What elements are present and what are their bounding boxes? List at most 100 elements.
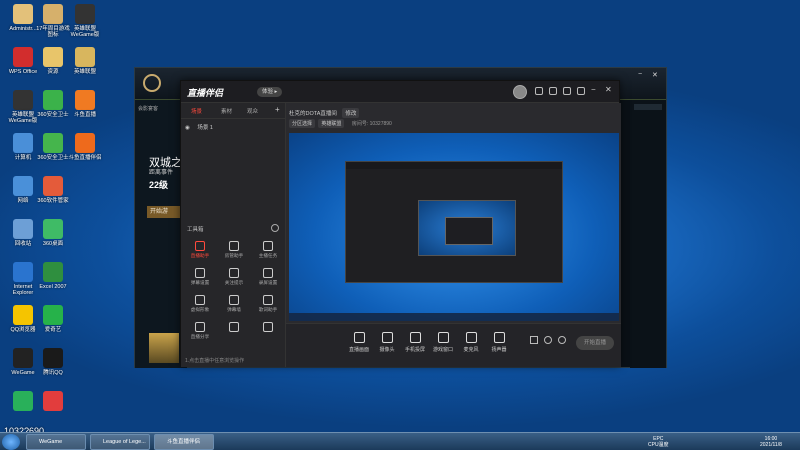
desktop-icon[interactable] xyxy=(6,391,40,413)
toolbox-item[interactable]: 直播助手 xyxy=(187,241,213,259)
taskbar: WeGame League of Lege... 斗鱼直播伴侣 EPC CPU温… xyxy=(0,432,800,450)
desktop-icon[interactable]: Excel 2007 xyxy=(36,262,70,290)
desktop-icon[interactable]: 360软件管家 xyxy=(36,176,70,204)
app-icon xyxy=(13,262,33,282)
nested-header xyxy=(346,162,562,169)
control-button[interactable]: 扬声器 xyxy=(484,332,514,353)
desktop-icon[interactable]: 英雄联盟 WeGame版 xyxy=(68,4,102,38)
tool-icon xyxy=(195,241,205,251)
toolbox-item[interactable]: 关注提示 xyxy=(221,268,247,286)
start-button[interactable] xyxy=(2,434,20,450)
app-icon xyxy=(75,4,95,24)
desktop-icon[interactable]: 腾讯QQ xyxy=(36,348,70,376)
desktop-icon[interactable]: WeGame xyxy=(6,348,40,376)
desktop-icon[interactable]: 360安全卫士 xyxy=(36,90,70,118)
game-chip[interactable]: 英雄联盟 xyxy=(318,119,345,128)
gear-icon[interactable] xyxy=(558,336,566,344)
toolbox-item[interactable] xyxy=(255,322,281,334)
toolbox-item[interactable]: 房管助手 xyxy=(221,241,247,259)
desktop-icon[interactable]: 360安全卫士 xyxy=(36,133,70,161)
desktop-icon[interactable]: 计算机 xyxy=(6,133,40,161)
preview-taskbar xyxy=(289,313,619,321)
desktop-icon[interactable]: 斗鱼直播伴侣 xyxy=(68,133,102,161)
category-chip[interactable]: 分区选择 xyxy=(289,119,316,128)
control-button[interactable]: 麦克风 xyxy=(456,332,486,353)
desktop-icon-label: WeGame xyxy=(11,370,35,376)
control-button[interactable]: 直播画面 xyxy=(344,332,374,353)
skin-icon[interactable] xyxy=(563,87,571,95)
app-icon xyxy=(13,47,33,67)
control-button[interactable]: 摄像头 xyxy=(372,332,402,353)
version-badge[interactable]: 体验 ▸ xyxy=(257,87,283,97)
toolbox-item[interactable] xyxy=(221,322,247,334)
scene-item[interactable]: ◉ 场景 1 xyxy=(185,123,213,131)
tab-audience[interactable]: 观众 xyxy=(247,107,258,115)
lol-logo-icon xyxy=(143,74,161,92)
clock[interactable]: 16:00 2021/11/8 xyxy=(760,436,782,448)
close-icon[interactable]: ✕ xyxy=(652,71,658,79)
desktop-icon[interactable] xyxy=(36,391,70,413)
menu-icon[interactable] xyxy=(577,87,585,95)
app-icon xyxy=(13,219,33,239)
go-live-button[interactable]: 开始直播 xyxy=(576,336,614,350)
toolbox-item[interactable]: 录屏设置 xyxy=(255,268,281,286)
streaming-app-window[interactable]: 直播伴侣 体验 ▸ − ✕ 场景 素材 观众 + ◉ 场景 1 工具箱 直播助手… xyxy=(180,80,621,367)
close-icon[interactable]: ✕ xyxy=(605,85,613,94)
taskbar-item-streaming[interactable]: 斗鱼直播伴侣 xyxy=(154,434,214,450)
desktop-icon-label: QQ浏览器 xyxy=(10,327,36,333)
desktop-icon[interactable]: 360桌面 xyxy=(36,219,70,247)
nested-app-preview xyxy=(345,161,563,283)
taskbar-item-wegame[interactable]: WeGame xyxy=(26,434,86,450)
control-icon xyxy=(437,332,449,343)
tool-icon xyxy=(229,295,239,305)
desktop-icon[interactable]: 斗鱼直播 xyxy=(68,90,102,118)
tab-materials[interactable]: 素材 xyxy=(221,107,232,115)
desktop-icon[interactable]: 资源 xyxy=(36,47,70,75)
control-icon xyxy=(353,332,365,343)
toolbox-item[interactable]: 弹幕墙 xyxy=(221,295,247,313)
tab-scenes[interactable]: 场景 xyxy=(191,107,202,115)
lol-event-sub: 距离事件 xyxy=(149,170,174,176)
room-title[interactable]: 杜克的DOTA直播间 xyxy=(289,111,337,117)
toolbox-item[interactable]: 直播分享 xyxy=(187,322,213,340)
desktop-icon[interactable]: 网络 xyxy=(6,176,40,204)
minimize-icon[interactable]: − xyxy=(638,71,642,78)
app-icon xyxy=(75,47,95,67)
add-scene-icon[interactable]: + xyxy=(275,105,280,114)
desktop-icon-label: 360安全卫士 xyxy=(37,112,69,118)
desktop-icon[interactable]: 17年周目游戏图标 xyxy=(36,4,70,38)
toolbox-item[interactable]: 弹幕设置 xyxy=(187,268,213,286)
desktop-icon[interactable]: Internet Explorer xyxy=(6,262,40,296)
app-icon xyxy=(13,133,33,153)
desktop-icon[interactable]: QQ浏览器 xyxy=(6,305,40,333)
toolbox-item[interactable]: 主播任务 xyxy=(255,241,281,259)
minimize-icon[interactable]: − xyxy=(591,85,599,94)
edit-title-button[interactable]: 修改 xyxy=(342,108,360,118)
speed-icon[interactable] xyxy=(544,336,552,344)
lol-nav-text[interactable]: 会影宴客 xyxy=(138,105,158,112)
message-icon[interactable] xyxy=(549,87,557,95)
tool-label: 弹幕设置 xyxy=(190,280,210,285)
taskbar-item-lol[interactable]: League of Lege... xyxy=(90,434,150,450)
toolbox-item[interactable]: 虚拟形象 xyxy=(187,295,213,313)
desktop-icon[interactable]: 爱奇艺 xyxy=(36,305,70,333)
desktop-icon[interactable]: 英雄联盟 xyxy=(68,47,102,75)
app-icon xyxy=(43,133,63,153)
desktop-icon-label: 计算机 xyxy=(14,155,32,161)
control-button[interactable]: 手机投屏 xyxy=(400,332,430,353)
room-number: 房间号: 10327890 xyxy=(351,121,392,127)
desktop-icon[interactable]: 英雄联盟 WeGame版 xyxy=(6,90,40,124)
avatar[interactable] xyxy=(513,85,527,99)
record-icon[interactable] xyxy=(530,336,538,344)
toolbox-toggle-icon[interactable] xyxy=(271,224,279,232)
toolbox-title: 工具箱 xyxy=(187,227,204,233)
settings-icon[interactable] xyxy=(535,87,543,95)
eye-icon[interactable]: ◉ xyxy=(185,125,190,131)
desktop-icon[interactable]: Administr... xyxy=(6,4,40,32)
desktop-icon[interactable]: WPS Office xyxy=(6,47,40,75)
toolbox-item[interactable]: 歌词助手 xyxy=(255,295,281,313)
desktop-icon[interactable]: 回收站 xyxy=(6,219,40,247)
control-button[interactable]: 游戏窗口 xyxy=(428,332,458,353)
nested-preview xyxy=(418,200,516,256)
cpu-temp[interactable]: EPC CPU温度 xyxy=(648,436,669,448)
